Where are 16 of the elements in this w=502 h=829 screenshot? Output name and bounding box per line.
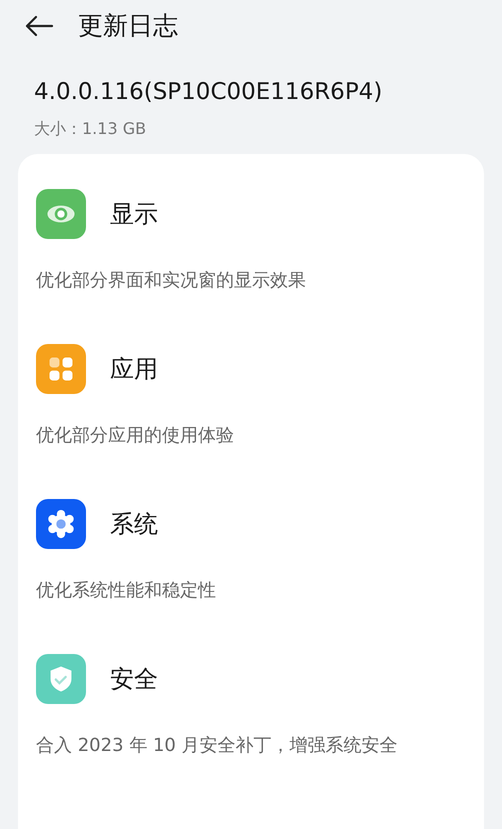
section-title: 显示 bbox=[110, 199, 158, 230]
section-title: 安全 bbox=[110, 664, 158, 695]
section-title: 应用 bbox=[110, 354, 158, 385]
section-description: 优化部分应用的使用体验 bbox=[36, 424, 235, 448]
back-icon[interactable] bbox=[24, 15, 54, 37]
section-description: 合入 2023 年 10 月安全补丁，增强系统安全 bbox=[36, 734, 399, 758]
settings-icon bbox=[36, 499, 86, 549]
shield-icon bbox=[36, 654, 86, 704]
update-size: 大小：1.13 GB bbox=[34, 118, 148, 140]
section-description: 优化系统性能和稳定性 bbox=[36, 579, 217, 603]
section-title: 系统 bbox=[110, 509, 158, 540]
grid-icon bbox=[36, 344, 86, 394]
eye-icon bbox=[36, 189, 86, 239]
section-description: 优化部分界面和实况窗的显示效果 bbox=[36, 269, 307, 293]
version-name: 4.0.0.116(SP10C00E116R6P4) bbox=[34, 78, 384, 107]
page-title: 更新日志 bbox=[78, 10, 178, 42]
